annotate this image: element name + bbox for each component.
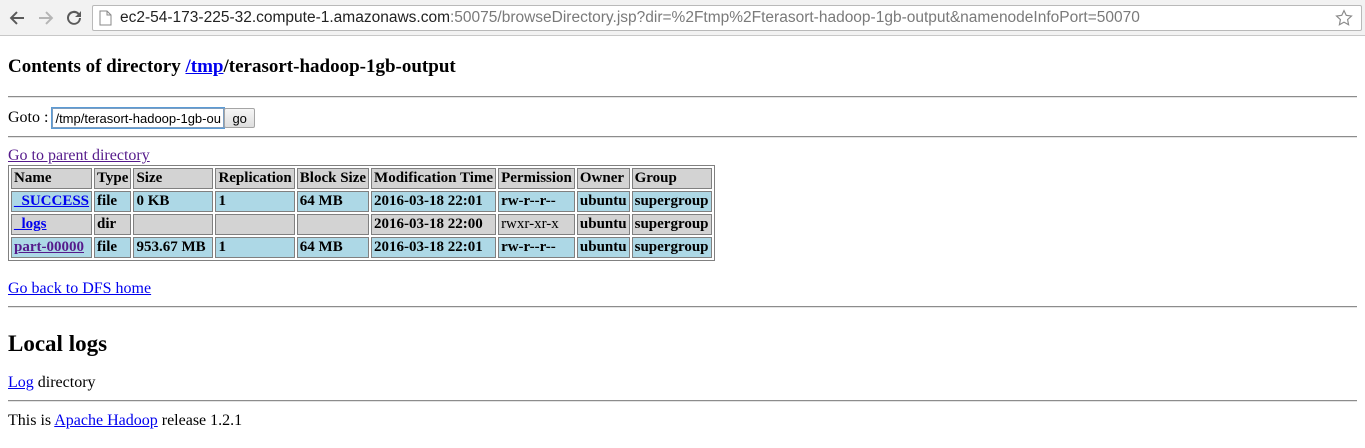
cell-permission: rw-r--r-- bbox=[498, 191, 575, 212]
cell-size: 0 KB bbox=[133, 191, 214, 212]
tmp-directory-link[interactable]: /tmp bbox=[185, 56, 223, 77]
title-prefix: Contents of directory bbox=[8, 56, 186, 77]
table-header-row: Name Type Size Replication Block Size Mo… bbox=[11, 168, 712, 189]
go-button[interactable]: go bbox=[224, 108, 255, 128]
cell-modification-time: 2016-03-18 22:00 bbox=[371, 214, 497, 235]
cell-replication: 1 bbox=[215, 237, 295, 258]
page-title: Contents of directory /tmp/terasort-hado… bbox=[8, 56, 1357, 78]
column-header-owner: Owner bbox=[576, 168, 630, 189]
column-header-group: Group bbox=[631, 168, 712, 189]
log-suffix-text: directory bbox=[33, 374, 96, 391]
cell-replication: 1 bbox=[215, 191, 295, 212]
address-bar[interactable]: ec2-54-173-225-32.compute-1.amazonaws.co… bbox=[92, 5, 1362, 31]
column-header-size: Size bbox=[133, 168, 214, 189]
cell-block-size bbox=[296, 214, 370, 235]
goto-form: Goto : go bbox=[8, 107, 1357, 130]
goto-label: Goto : bbox=[8, 109, 53, 126]
log-directory-line: Log directory bbox=[8, 374, 1357, 392]
cell-group: supergroup bbox=[631, 191, 712, 212]
column-header-replication: Replication bbox=[215, 168, 295, 189]
parent-directory-link[interactable]: Go to parent directory bbox=[8, 147, 150, 164]
cell-name: part-00000 bbox=[11, 237, 93, 258]
cell-group: supergroup bbox=[631, 237, 712, 258]
title-directory-name: /terasort-hadoop-1gb-output bbox=[223, 56, 456, 77]
url-path: :50075/browseDirectory.jsp?dir=%2Ftmp%2F… bbox=[449, 9, 1140, 26]
divider bbox=[8, 136, 1357, 138]
cell-owner: ubuntu bbox=[576, 214, 630, 235]
footer-suffix: release 1.2.1 bbox=[157, 412, 243, 429]
cell-replication bbox=[215, 214, 295, 235]
forward-arrow-icon[interactable] bbox=[35, 7, 57, 29]
cell-size: 953.67 MB bbox=[133, 237, 214, 258]
cell-modification-time: 2016-03-18 22:01 bbox=[371, 191, 497, 212]
dir-link-logs[interactable]: _logs bbox=[14, 216, 47, 232]
cell-permission: rwxr-xr-x bbox=[498, 214, 575, 235]
cell-group: supergroup bbox=[631, 214, 712, 235]
table-row: _SUCCESS file 0 KB 1 64 MB 2016-03-18 22… bbox=[11, 191, 712, 212]
column-header-block-size: Block Size bbox=[296, 168, 370, 189]
url-host: ec2-54-173-225-32.compute-1.amazonaws.co… bbox=[120, 9, 450, 26]
column-header-name: Name bbox=[11, 168, 93, 189]
divider bbox=[8, 400, 1357, 402]
cell-name: _logs bbox=[11, 214, 93, 235]
cell-type: file bbox=[94, 191, 132, 212]
table-row: _logs dir 2016-03-18 22:00 rwxr-xr-x ubu… bbox=[11, 214, 712, 235]
cell-type: file bbox=[94, 237, 132, 258]
apache-hadoop-link[interactable]: Apache Hadoop bbox=[54, 412, 158, 429]
cell-owner: ubuntu bbox=[576, 237, 630, 258]
column-header-modification-time: Modification Time bbox=[371, 168, 497, 189]
url-text: ec2-54-173-225-32.compute-1.amazonaws.co… bbox=[120, 6, 1140, 30]
local-logs-heading: Local logs bbox=[8, 331, 108, 356]
column-header-type: Type bbox=[94, 168, 132, 189]
cell-type: dir bbox=[94, 214, 132, 235]
file-link-success[interactable]: _SUCCESS bbox=[14, 193, 89, 209]
page-content: Contents of directory /tmp/terasort-hado… bbox=[8, 36, 1357, 430]
star-icon[interactable] bbox=[1335, 9, 1353, 30]
divider bbox=[8, 96, 1357, 98]
cell-modification-time: 2016-03-18 22:01 bbox=[371, 237, 497, 258]
back-arrow-icon[interactable] bbox=[6, 7, 28, 29]
file-link-part-00000[interactable]: part-00000 bbox=[14, 239, 84, 255]
cell-block-size: 64 MB bbox=[296, 191, 370, 212]
dfs-home-link[interactable]: Go back to DFS home bbox=[8, 280, 151, 297]
reload-icon[interactable] bbox=[63, 7, 85, 29]
directory-listing-table: Name Type Size Replication Block Size Mo… bbox=[8, 165, 715, 261]
log-link[interactable]: Log bbox=[8, 374, 34, 391]
column-header-permission: Permission bbox=[498, 168, 575, 189]
table-row: part-00000 file 953.67 MB 1 64 MB 2016-0… bbox=[11, 237, 712, 258]
footer-prefix: This is bbox=[8, 412, 55, 429]
page-icon bbox=[99, 10, 112, 30]
cell-owner: ubuntu bbox=[576, 191, 630, 212]
cell-permission: rw-r--r-- bbox=[498, 237, 575, 258]
footer-release: This is Apache Hadoop release 1.2.1 bbox=[8, 412, 1357, 430]
cell-size bbox=[133, 214, 214, 235]
browser-toolbar: ec2-54-173-225-32.compute-1.amazonaws.co… bbox=[0, 0, 1365, 36]
cell-block-size: 64 MB bbox=[296, 237, 370, 258]
cell-name: _SUCCESS bbox=[11, 191, 93, 212]
goto-input[interactable] bbox=[51, 107, 226, 129]
